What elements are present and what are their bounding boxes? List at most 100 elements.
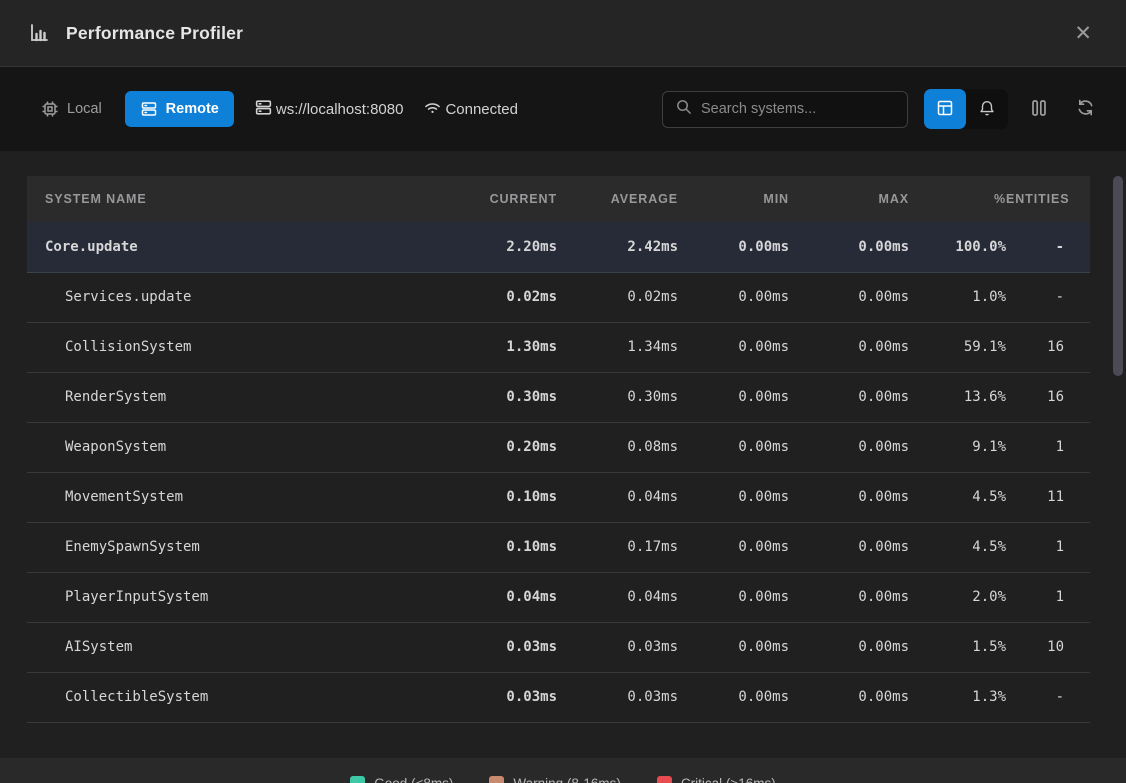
table-row[interactable]: Core.update2.20ms2.42ms0.00ms0.00ms100.0… [27, 222, 1090, 272]
metric-cell: 16 [1006, 372, 1090, 422]
connection-controls: Local Remote [26, 91, 518, 127]
legend-item: Warning (8-16ms) [489, 776, 621, 783]
bar-chart-icon [28, 22, 50, 44]
system-name-cell: CollectibleSystem [27, 672, 439, 722]
metric-cell: - [1006, 272, 1090, 322]
metric-cell: 100.0% [909, 222, 1006, 272]
bell-icon [978, 99, 996, 120]
legend-color-swatch [350, 776, 365, 783]
metric-cell: 4.5% [909, 472, 1006, 522]
table-row[interactable]: CollisionSystem1.30ms1.34ms0.00ms0.00ms5… [27, 322, 1090, 372]
metric-cell: 1 [1006, 422, 1090, 472]
metric-cell: 2.0% [909, 572, 1006, 622]
legend-item: Good (<8ms) [350, 776, 453, 783]
metric-cell: 0.00ms [678, 522, 789, 572]
table-row[interactable]: AISystem0.03ms0.03ms0.00ms0.00ms1.5%10 [27, 622, 1090, 672]
system-name-cell: CollisionSystem [27, 322, 439, 372]
toolbar-actions [662, 89, 1100, 129]
local-mode-button[interactable]: Local [26, 91, 117, 127]
legend-label: Warning (8-16ms) [513, 776, 621, 783]
metric-cell: 0.00ms [678, 322, 789, 372]
metric-cell: 0.04ms [557, 572, 678, 622]
metric-cell: 0.00ms [789, 372, 909, 422]
metric-cell: 0.08ms [557, 422, 678, 472]
search-icon [675, 98, 692, 120]
cpu-icon [41, 100, 59, 118]
local-label: Local [67, 101, 102, 117]
metric-cell: 0.02ms [439, 272, 557, 322]
table-row[interactable]: Services.update0.02ms0.02ms0.00ms0.00ms1… [27, 272, 1090, 322]
metric-cell: 0.00ms [678, 572, 789, 622]
close-button[interactable]: ✕ [1068, 19, 1098, 48]
search-input[interactable] [701, 101, 895, 117]
performance-profiler-window: Performance Profiler ✕ Local [0, 0, 1126, 783]
metric-cell: 1.5% [909, 622, 1006, 672]
metric-cell: 1.3% [909, 672, 1006, 722]
legend-color-swatch [489, 776, 504, 783]
legend-color-swatch [657, 776, 672, 783]
pause-button[interactable] [1024, 94, 1054, 124]
metric-cell: 0.03ms [557, 622, 678, 672]
metric-cell: 2.42ms [557, 222, 678, 272]
vertical-scrollbar[interactable] [1113, 176, 1123, 376]
system-name-cell: Services.update [27, 272, 439, 322]
metric-cell: 0.04ms [557, 472, 678, 522]
remote-mode-button[interactable]: Remote [125, 91, 234, 127]
metric-cell: 4.5% [909, 522, 1006, 572]
metric-cell: 0.00ms [789, 622, 909, 672]
system-name-cell: MovementSystem [27, 472, 439, 522]
metric-cell: - [1006, 672, 1090, 722]
table-row[interactable]: WeaponSystem0.20ms0.08ms0.00ms0.00ms9.1%… [27, 422, 1090, 472]
metric-cell: - [1006, 222, 1090, 272]
metric-cell: 2.20ms [439, 222, 557, 272]
table-view-button[interactable] [924, 89, 966, 129]
legend-label: Good (<8ms) [374, 776, 453, 783]
table-row[interactable]: EnemySpawnSystem0.10ms0.17ms0.00ms0.00ms… [27, 522, 1090, 572]
profiler-table-area: SYSTEM NAMECURRENTAVERAGEMINMAX%ENTITIES… [0, 176, 1126, 758]
metric-cell: 0.30ms [439, 372, 557, 422]
metric-cell: 0.00ms [789, 522, 909, 572]
refresh-button[interactable] [1070, 94, 1100, 124]
metric-cell: 1.0% [909, 272, 1006, 322]
alerts-button[interactable] [966, 89, 1008, 129]
system-name-cell: RenderSystem [27, 372, 439, 422]
metric-cell: 9.1% [909, 422, 1006, 472]
connection-status-text: Connected [445, 101, 518, 118]
metric-cell: 0.00ms [678, 272, 789, 322]
wifi-icon [423, 98, 442, 121]
server-icon [254, 98, 273, 121]
view-toggle-group [924, 89, 1008, 129]
column-header[interactable]: % [909, 176, 1006, 222]
metric-cell: 11 [1006, 472, 1090, 522]
server-icon [140, 100, 158, 118]
column-header[interactable]: MIN [678, 176, 789, 222]
connection-status: Connected [423, 98, 518, 121]
search-box [662, 91, 908, 128]
column-header[interactable]: SYSTEM NAME [27, 176, 439, 222]
titlebar: Performance Profiler ✕ [0, 0, 1126, 67]
websocket-url: ws://localhost:8080 [254, 98, 404, 121]
table-row[interactable]: RenderSystem0.30ms0.30ms0.00ms0.00ms13.6… [27, 372, 1090, 422]
metric-cell: 10 [1006, 622, 1090, 672]
metric-cell: 0.00ms [678, 472, 789, 522]
metric-cell: 0.04ms [439, 572, 557, 622]
metric-cell: 0.30ms [557, 372, 678, 422]
table-row[interactable]: CollectibleSystem0.03ms0.03ms0.00ms0.00m… [27, 672, 1090, 722]
refresh-icon [1076, 98, 1095, 120]
metric-cell: 59.1% [909, 322, 1006, 372]
column-header[interactable]: MAX [789, 176, 909, 222]
column-header[interactable]: ENTITIES [1006, 176, 1090, 222]
metric-cell: 0.00ms [789, 572, 909, 622]
metric-cell: 0.00ms [678, 422, 789, 472]
table-row[interactable]: PlayerInputSystem0.04ms0.04ms0.00ms0.00m… [27, 572, 1090, 622]
remote-label: Remote [166, 101, 219, 117]
systems-table: SYSTEM NAMECURRENTAVERAGEMINMAX%ENTITIES… [27, 176, 1090, 723]
column-header[interactable]: AVERAGE [557, 176, 678, 222]
column-header[interactable]: CURRENT [439, 176, 557, 222]
toolbar: Local Remote [0, 67, 1126, 151]
table-row[interactable]: MovementSystem0.10ms0.04ms0.00ms0.00ms4.… [27, 472, 1090, 522]
system-name-cell: PlayerInputSystem [27, 572, 439, 622]
metric-cell: 1 [1006, 572, 1090, 622]
metric-cell: 0.00ms [678, 222, 789, 272]
system-name-cell: EnemySpawnSystem [27, 522, 439, 572]
